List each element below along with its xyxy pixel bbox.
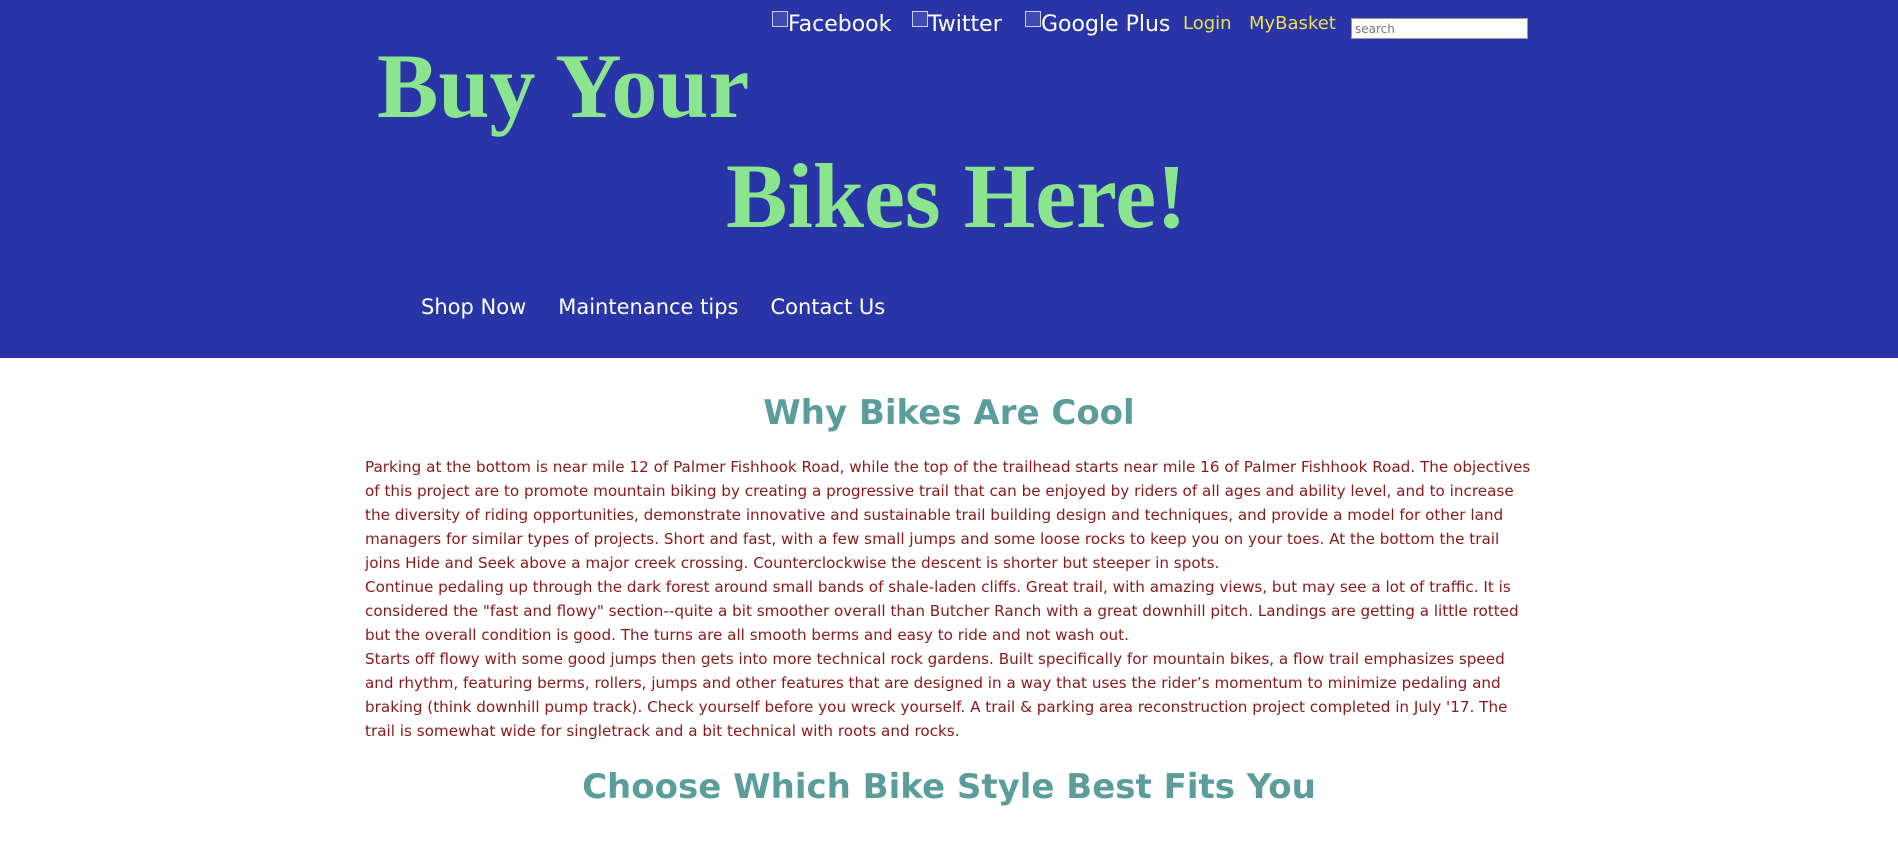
facebook-icon	[772, 11, 788, 27]
headline-line-1: Buy Your	[377, 35, 750, 137]
nav-maintenance-tips[interactable]: Maintenance tips	[558, 291, 738, 323]
twitter-alt-text: Twitter	[928, 12, 1002, 37]
paragraph-1: Parking at the bottom is near mile 12 of…	[365, 458, 1531, 572]
google-plus-icon	[1025, 11, 1041, 27]
paragraph-3: Starts off flowy with some good jumps th…	[365, 650, 1508, 740]
login-link[interactable]: Login	[1183, 12, 1232, 36]
headline-line-2: Bikes Here!	[726, 145, 1187, 247]
twitter-link[interactable]: Twitter	[912, 10, 1002, 40]
nav-shop-now[interactable]: Shop Now	[421, 291, 526, 323]
google-plus-alt-text: Google Plus	[1041, 12, 1171, 37]
paragraph-2: Continue pedaling up through the dark fo…	[365, 578, 1519, 644]
section-title-bike-style: Choose Which Bike Style Best Fits You	[582, 767, 1316, 807]
facebook-link[interactable]: Facebook	[772, 10, 891, 40]
google-plus-link[interactable]: Google Plus	[1025, 10, 1170, 40]
my-basket-link[interactable]: MyBasket	[1249, 12, 1336, 36]
section-title-why-bikes: Why Bikes Are Cool	[763, 393, 1135, 433]
main-content: Parking at the bottom is near mile 12 of…	[365, 455, 1535, 743]
facebook-alt-text: Facebook	[788, 12, 892, 37]
search-input[interactable]	[1351, 18, 1528, 39]
nav-contact-us[interactable]: Contact Us	[771, 291, 886, 323]
main-nav: Shop Now Maintenance tips Contact Us	[421, 291, 885, 323]
site-header: Facebook Twitter Google Plus Login MyBas…	[0, 0, 1898, 358]
twitter-icon	[912, 11, 928, 27]
